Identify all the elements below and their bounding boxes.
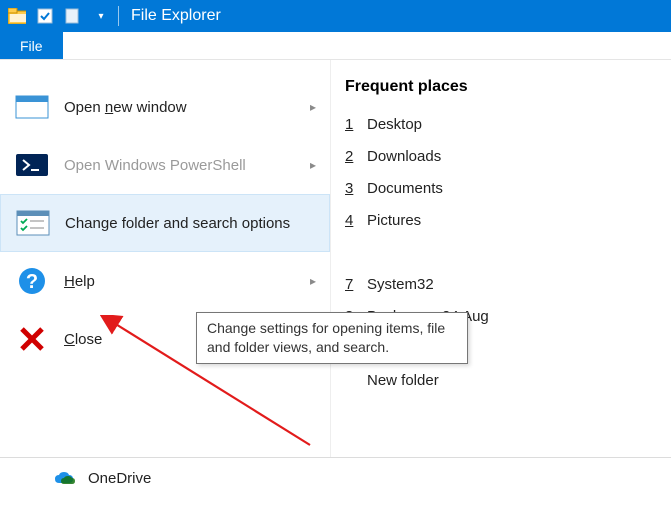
menu-item-label: Close <box>64 331 102 348</box>
place-name: New folder <box>367 372 439 389</box>
place-accesskey: 1 <box>345 116 367 133</box>
titlebar: ▾ File Explorer <box>0 0 671 32</box>
place-accesskey: 3 <box>345 180 367 197</box>
frequent-place-item[interactable]: 2 Downloads <box>345 140 661 172</box>
place-name: Desktop <box>367 116 422 133</box>
help-icon: ? <box>14 267 50 295</box>
properties-icon[interactable] <box>36 7 54 25</box>
ribbon: File <box>0 32 671 60</box>
menu-item-open-new-window[interactable]: Open new window ▸ <box>0 78 330 136</box>
onedrive-icon <box>54 471 78 487</box>
qat-dropdown-icon[interactable]: ▾ <box>92 7 110 25</box>
file-menu-panel: Open new window ▸ Open Windows PowerShel… <box>0 60 671 458</box>
frequent-place-item[interactable]: 3 Documents <box>345 172 661 204</box>
frequent-place-item[interactable]: 4 Pictures <box>345 204 661 236</box>
submenu-caret-icon: ▸ <box>310 274 316 288</box>
menu-item-help[interactable]: ? Help ▸ <box>0 252 330 310</box>
new-folder-icon[interactable] <box>64 7 82 25</box>
frequent-place-item[interactable]: 1 Desktop <box>345 108 661 140</box>
file-explorer-icon[interactable] <box>8 7 26 25</box>
tooltip: Change settings for opening items, file … <box>196 312 468 364</box>
frequent-places-panel: Frequent places 1 Desktop 2 Downloads 3 … <box>330 60 671 457</box>
file-menu-left-column: Open new window ▸ Open Windows PowerShel… <box>0 60 330 457</box>
menu-item-change-options[interactable]: Change folder and search options <box>0 194 330 252</box>
menu-item-open-powershell[interactable]: Open Windows PowerShell ▸ <box>0 136 330 194</box>
onedrive-label[interactable]: OneDrive <box>88 470 151 487</box>
quick-access-toolbar: ▾ <box>8 7 110 25</box>
nav-pane-area: OneDrive <box>0 458 671 487</box>
app-title: File Explorer <box>131 7 221 25</box>
place-name: System32 <box>367 276 434 293</box>
place-accesskey: 2 <box>345 148 367 165</box>
place-accesskey: 4 <box>345 212 367 229</box>
place-accesskey: 7 <box>345 276 367 293</box>
menu-item-label: Help <box>64 273 95 290</box>
file-tab[interactable]: File <box>0 32 63 59</box>
place-name: Downloads <box>367 148 441 165</box>
frequent-places-header: Frequent places <box>345 78 661 96</box>
options-icon <box>15 209 51 237</box>
menu-item-label: Open new window <box>64 99 187 116</box>
place-name: Documents <box>367 180 443 197</box>
powershell-icon <box>14 151 50 179</box>
menu-item-label: Change folder and search options <box>65 215 290 232</box>
place-name: Pictures <box>367 212 421 229</box>
submenu-caret-icon: ▸ <box>310 158 316 172</box>
menu-item-label: Open Windows PowerShell <box>64 157 246 174</box>
window-icon <box>14 93 50 121</box>
frequent-place-item[interactable]: New folder <box>345 364 661 396</box>
titlebar-separator <box>118 6 119 26</box>
close-icon <box>14 325 50 353</box>
svg-text:?: ? <box>26 271 38 293</box>
submenu-caret-icon: ▸ <box>310 100 316 114</box>
frequent-place-item[interactable]: 7 System32 <box>345 268 661 300</box>
